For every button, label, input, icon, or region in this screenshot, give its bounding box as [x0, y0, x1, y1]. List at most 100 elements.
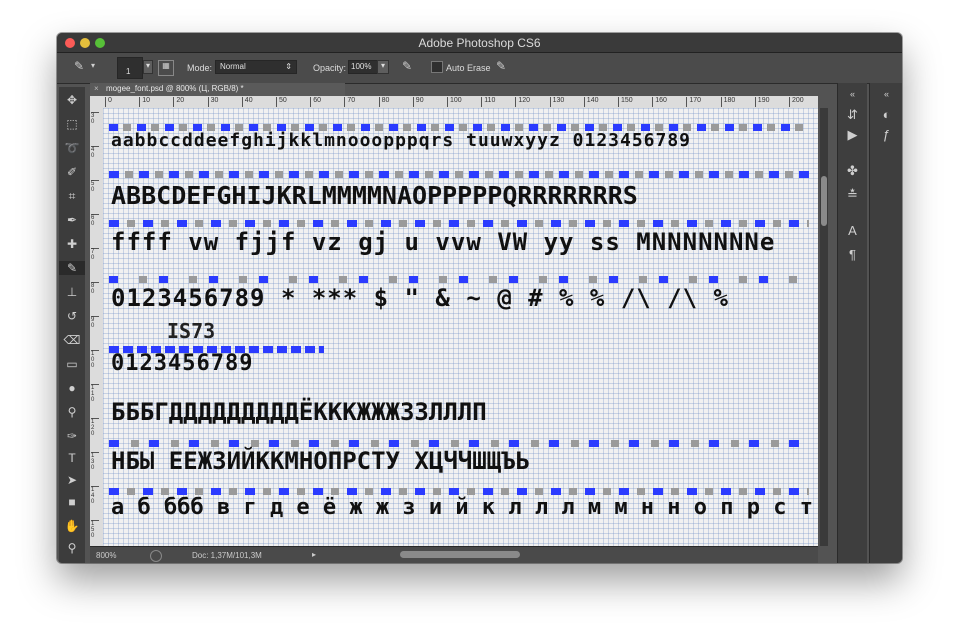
character-panel-icon[interactable]: A — [838, 223, 867, 238]
glyph-row: ABBCDEFGHIJKRLMMMMNAOPPPPPQRRRRRRRS — [111, 181, 638, 210]
ruler-tick-label: 180 — [720, 97, 735, 107]
zoom-level[interactable]: 800% — [96, 551, 116, 560]
blur-tool-icon[interactable]: ● — [59, 381, 85, 395]
pencil-tool-icon[interactable]: ✎ — [59, 261, 85, 275]
vertical-scroll-thumb[interactable] — [821, 176, 827, 226]
glyph-index-tags — [109, 220, 809, 227]
pencil-tool-preset-icon[interactable]: ✎ — [69, 59, 89, 73]
marquee-tool-icon[interactable]: ⬚ — [59, 117, 85, 131]
ruler-tick-label: 60 — [310, 97, 321, 107]
dodge-tool-icon[interactable]: ⚲ — [59, 405, 85, 419]
document-size: Doc: 1,37M/101,3M — [192, 551, 262, 560]
opacity-slider-toggle[interactable]: ▾ — [377, 60, 389, 74]
auto-erase-checkbox[interactable] — [431, 61, 443, 73]
ruler-tick-label: 4 0 — [91, 146, 99, 159]
ruler-tick-label: 110 — [481, 97, 495, 107]
close-tab-icon[interactable]: × — [94, 84, 99, 93]
ruler-tick-label: 100 — [447, 97, 462, 107]
brush-picker-toggle[interactable]: ▾ — [143, 60, 153, 74]
glyph-row: 0123456789 * *** $ " & ~ @ # % % /\ /\ % — [111, 284, 729, 312]
gradient-tool-icon[interactable]: ▭ — [59, 357, 85, 371]
ruler-tick-label: 40 — [241, 97, 253, 107]
panel-strip-collapsed: « ⇵ ▶ ✤ ≛ A ¶ — [837, 83, 867, 563]
ruler-tick-label: 200 — [789, 97, 804, 107]
ruler-tick-label: 8 0 — [91, 282, 99, 295]
horizontal-scroll-thumb[interactable] — [400, 551, 520, 558]
ruler-tick-label: 190 — [754, 97, 769, 107]
move-tool-icon[interactable]: ✥ — [59, 93, 85, 107]
adjustments-panel-icon[interactable]: ◐ — [870, 107, 902, 122]
ruler-tick-label: 30 — [207, 97, 218, 107]
glyph-index-tags — [109, 171, 809, 178]
ruler-tick-label: 10 — [139, 97, 150, 107]
ruler-tick-label: 90 — [412, 97, 424, 107]
document-tab[interactable]: × mogee_font.psd @ 800% (Ц, RGB/8) * — [90, 83, 345, 96]
glyph-row: aabbccddeefghijkklmnooopppqrs tuuwxyyz 0… — [111, 130, 692, 151]
history-brush-tool-icon[interactable]: ↺ — [59, 309, 85, 323]
glyph-row: НБЫ ЕЕЖЗИЙККМНОПРСТУ ХЦЧЧШЩЪЬ — [111, 447, 531, 475]
pressure-opacity-icon[interactable]: ✎ — [399, 59, 415, 73]
brush-panel-icon[interactable]: ▦ — [158, 60, 174, 76]
photoshop-window: Adobe Photoshop CS6 ✎ ▾ 1 ▾ ▦ Mode: Norm… — [57, 33, 902, 563]
zoom-icon — [150, 550, 162, 562]
styles-panel-icon[interactable]: ƒ — [870, 127, 902, 142]
ruler-tick-label: 170 — [686, 97, 701, 107]
ruler-tick-label: 5 0 — [91, 180, 99, 193]
panel-strip-collapsed: « ◐ ƒ — [869, 83, 902, 563]
path-selection-tool-icon[interactable]: ➤ — [59, 473, 85, 487]
status-menu-arrow-icon[interactable]: ▸ — [312, 550, 316, 559]
ruler-tick-label: 80 — [378, 97, 389, 107]
options-bar: ✎ ▾ 1 ▾ ▦ Mode: Normal ⇕ Opacity: 100% ▾… — [57, 53, 902, 84]
ruler-tick-label: 1 5 0 — [91, 520, 99, 539]
ruler-tick-label: 7 0 — [91, 248, 99, 261]
paragraph-panel-icon[interactable]: ¶ — [838, 247, 867, 262]
ruler-tick-label: 1 4 0 — [91, 486, 99, 505]
eraser-tool-icon[interactable]: ⌫ — [59, 333, 85, 347]
glyph-index-tags — [109, 488, 809, 495]
ruler-tick-label: 3 0 — [91, 112, 99, 125]
collapse-panels-icon[interactable]: « — [838, 89, 867, 99]
ruler-tick-label: 0 — [105, 97, 112, 107]
ruler-tick-label: 1 2 0 — [91, 418, 99, 437]
ruler-origin[interactable] — [90, 96, 103, 108]
ruler-tick-label: 20 — [173, 97, 184, 107]
ruler-tick-label: 150 — [618, 97, 633, 107]
glyph-index-tags — [109, 440, 809, 447]
eyedropper-tool-icon[interactable]: ✒ — [59, 213, 85, 227]
title-bar: Adobe Photoshop CS6 — [57, 33, 902, 53]
actions-panel-icon[interactable]: ▶ — [838, 127, 867, 143]
healing-brush-tool-icon[interactable]: ✚ — [59, 237, 85, 251]
chevron-down-icon[interactable]: ▾ — [89, 61, 97, 70]
ruler-tick-label: 6 0 — [91, 214, 99, 227]
brush-panel-icon[interactable]: ≛ — [838, 187, 867, 203]
quick-selection-tool-icon[interactable]: ✐ — [59, 165, 85, 179]
pen-tool-icon[interactable]: ✑ — [59, 429, 85, 443]
brush-presets-panel-icon[interactable]: ✤ — [838, 163, 867, 179]
vertical-ruler[interactable]: 3 0 4 0 5 0 6 0 7 0 8 0 9 0 1 0 0 1 1 0 1 2 0 1 3 … — [90, 108, 104, 546]
ruler-tick-label: 1 0 0 — [91, 350, 99, 369]
brush-size-picker[interactable]: 1 — [117, 57, 143, 79]
type-tool-icon[interactable]: T — [59, 451, 85, 465]
glyph-index-tags — [109, 276, 809, 283]
glyph-row: а б ббб в г д е ё ж ж з и й к л л л м м … — [111, 495, 818, 520]
zoom-tool-icon[interactable]: ⚲ — [59, 541, 85, 555]
glyph-row: ffff vw fjjf vz gj u vvw VW yy ss MNNNNN… — [111, 228, 776, 256]
ruler-tick-label: 160 — [652, 97, 667, 107]
document-canvas[interactable]: aabbccddeefghijkklmnooopppqrs tuuwxyyz 0… — [103, 108, 818, 546]
clone-stamp-tool-icon[interactable]: ⊥ — [59, 285, 85, 299]
ruler-tick-label: 50 — [276, 97, 287, 107]
history-panel-icon[interactable]: ⇵ — [838, 107, 867, 123]
pressure-size-icon[interactable]: ✎ — [493, 59, 509, 73]
hand-tool-icon[interactable]: ✋ — [59, 519, 85, 533]
collapse-panels-icon[interactable]: « — [870, 89, 902, 99]
tools-panel: ✥ ⬚ ➰ ✐ ⌗ ✒ ✚ ✎ ⊥ ↺ ⌫ ▭ ● ⚲ ✑ T ➤ ■ ✋ ⚲ — [59, 87, 85, 563]
mode-select[interactable]: Normal ⇕ — [215, 60, 297, 74]
vertical-scrollbar[interactable] — [820, 108, 828, 546]
crop-tool-icon[interactable]: ⌗ — [59, 189, 85, 204]
rectangle-tool-icon[interactable]: ■ — [59, 495, 85, 509]
ruler-tick-label: 120 — [515, 97, 530, 107]
glyph-row: БББГДДДДДДДДДЁКККЖЖЖЗЗЛЛЛП — [111, 398, 487, 426]
ruler-tick-label: 140 — [583, 97, 598, 107]
opacity-field[interactable]: 100% — [348, 60, 378, 74]
lasso-tool-icon[interactable]: ➰ — [59, 141, 85, 155]
